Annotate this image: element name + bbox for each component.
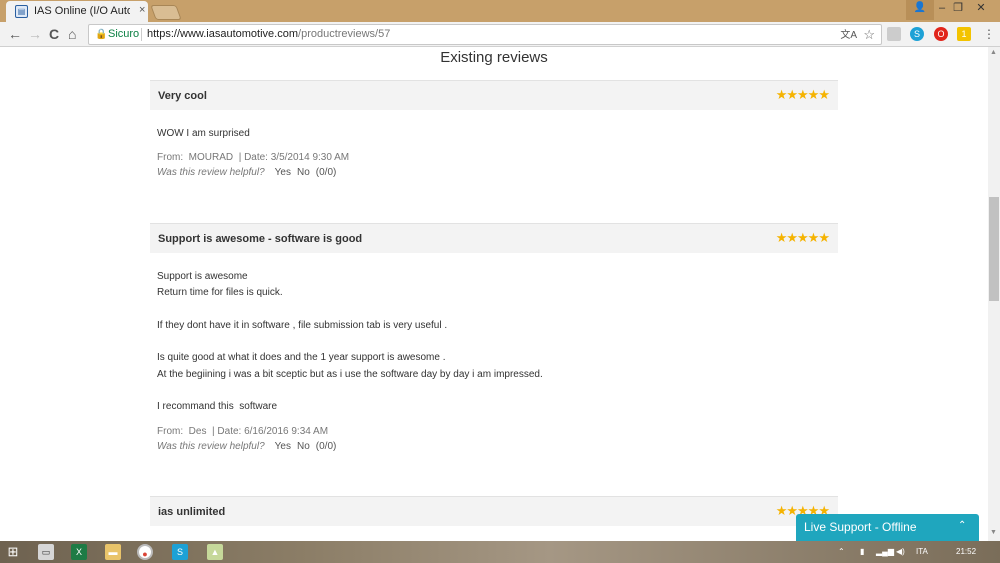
window-close-icon[interactable]: ✕ (966, 0, 996, 20)
review-text-line: Return time for files is quick. (157, 287, 283, 299)
excel-icon[interactable]: X (71, 544, 87, 560)
browser-tab[interactable]: ▤ IAS Online (I/O Automotive × (6, 1, 148, 22)
review-text-line (157, 302, 838, 318)
browser-toolbar: ← → C ⌂ 🔒 Sicuro https://www.iasautomoti… (0, 22, 1000, 47)
review-text-line: WOW I am surprised (157, 128, 250, 139)
address-divider (141, 28, 142, 41)
chrome-taskbar-icon[interactable]: ● (137, 544, 153, 560)
review-date: | Date: 3/5/2014 9:30 AM (238, 152, 350, 164)
new-tab-button[interactable] (150, 5, 182, 20)
page-scrollbar[interactable]: ▲ ▼ (988, 47, 1000, 541)
helpful-no-button[interactable]: No (297, 167, 310, 178)
scroll-down-icon[interactable]: ▼ (990, 529, 997, 536)
task-view-icon[interactable]: ▭ (38, 544, 54, 560)
review-title: ias unlimited (158, 506, 226, 518)
address-bar[interactable]: 🔒 Sicuro https://www.iasautomotive.com/p… (88, 24, 882, 45)
notification-extension-icon[interactable]: 1 (957, 27, 971, 41)
battery-icon[interactable]: ▮ (860, 547, 864, 556)
notification-chevron-icon[interactable]: ⌃ (838, 547, 845, 556)
opera-extension-icon[interactable]: O (934, 27, 948, 41)
helpful-line: Was this review helpful? Yes No (0/0) (157, 439, 838, 454)
helpful-label: Was this review helpful? (157, 440, 265, 452)
from-label: From: (157, 152, 184, 164)
review-date: | Date: 6/16/2016 9:34 AM (212, 425, 329, 437)
review-text-line: Is quite good at what it does and the 1 … (157, 352, 446, 364)
helpful-yes-button[interactable]: Yes (275, 441, 291, 452)
translate-icon[interactable]: 文A (840, 26, 857, 45)
live-support-label: Live Support - Offline (804, 520, 917, 534)
url-text: https://www.iasautomotive.com/productrev… (147, 25, 390, 44)
review-text-line: At the begiining i was a bit sceptic but… (157, 368, 543, 380)
url-host: https://www.iasautomotive.com (147, 28, 299, 40)
review-title: Support is awesome - software is good (158, 233, 363, 245)
url-path: /productreviews/57 (298, 28, 391, 40)
network-icon[interactable]: ▂▄▆ (876, 547, 894, 556)
review-text-line: If they dont have it in software , file … (157, 319, 448, 331)
review-body: Support is awesome Return time for files… (150, 253, 838, 416)
file-explorer-icon[interactable]: ▬ (105, 544, 121, 560)
back-arrow-icon[interactable]: ← (8, 26, 22, 42)
review-body: WOW I am surprised (150, 110, 838, 142)
bookmark-star-icon[interactable]: ☆ (863, 25, 875, 44)
photos-taskbar-icon[interactable]: ▲ (207, 544, 223, 560)
chevron-up-icon[interactable]: ⌃ (958, 520, 966, 531)
review-header: ias unlimited ★★★★★ (150, 496, 838, 526)
review-header: Very cool ★★★★★ (150, 80, 838, 110)
extension-puzzle-icon[interactable] (887, 27, 901, 41)
forward-arrow-icon[interactable]: → (28, 26, 42, 42)
review-header: Support is awesome - software is good ★★… (150, 223, 838, 253)
language-indicator[interactable]: ITA (916, 547, 928, 556)
live-support-widget[interactable]: Live Support - Offline ⌃ (796, 514, 979, 541)
clock-time[interactable]: 21:52 (956, 547, 976, 556)
review-card: ias unlimited ★★★★★ (150, 496, 838, 526)
review-meta: From: Des | Date: 6/16/2016 9:34 AM Was … (150, 416, 838, 454)
skype-taskbar-icon[interactable]: S (172, 544, 188, 560)
review-text-line: Support is awesome (157, 271, 248, 282)
review-title: Very cool (158, 90, 207, 102)
review-text-line: I recommand this software (157, 401, 278, 413)
review-author-line: From: MOURAD | Date: 3/5/2014 9:30 AM (157, 150, 838, 165)
volume-icon[interactable]: ◀) (896, 547, 905, 556)
scroll-up-icon[interactable]: ▲ (990, 49, 997, 56)
page-heading: Existing reviews (440, 49, 548, 66)
site-favicon-icon: ▤ (15, 5, 28, 18)
home-icon[interactable]: ⌂ (68, 26, 76, 42)
review-card: Support is awesome - software is good ★★… (150, 223, 838, 454)
windows-start-icon[interactable]: ⊞ (5, 544, 21, 560)
skype-extension-icon[interactable]: S (910, 27, 924, 41)
review-text-line (157, 383, 838, 399)
page-content: Existing reviews Very cool ★★★★★ WOW I a… (0, 47, 988, 541)
review-meta: From: MOURAD | Date: 3/5/2014 9:30 AM Wa… (150, 142, 838, 180)
review-text-line (157, 334, 838, 350)
lock-icon: 🔒 (95, 29, 108, 40)
from-label: From: (157, 425, 184, 437)
rating-stars-icon: ★★★★★ (775, 230, 830, 245)
scrollbar-thumb[interactable] (989, 197, 999, 301)
windows-taskbar: ⊞ ▭ X ▬ ● S ▲ ⌃ ▮ ▂▄▆ ◀) ITA 21:52 (0, 541, 1000, 563)
rating-stars-icon: ★★★★★ (775, 87, 830, 102)
tab-close-icon[interactable]: × (139, 4, 145, 16)
review-card: Very cool ★★★★★ WOW I am surprised From:… (150, 80, 838, 180)
helpful-yes-button[interactable]: Yes (275, 167, 291, 178)
tab-title: IAS Online (I/O Automotive (34, 5, 130, 17)
review-author: MOURAD (188, 152, 234, 164)
secure-label: Sicuro (108, 28, 140, 40)
helpful-no-button[interactable]: No (297, 441, 310, 452)
review-author: Des (188, 425, 207, 437)
reload-icon[interactable]: C (49, 26, 59, 42)
review-author-line: From: Des | Date: 6/16/2016 9:34 AM (157, 424, 838, 439)
helpful-label: Was this review helpful? (157, 167, 265, 179)
vote-count: (0/0) (315, 440, 337, 452)
browser-titlebar: ▤ IAS Online (I/O Automotive × 👤 – ❐ ✕ (0, 0, 1000, 22)
helpful-line: Was this review helpful? Yes No (0/0) (157, 165, 838, 180)
vote-count: (0/0) (315, 167, 337, 179)
chrome-menu-icon[interactable]: ⋮ (982, 27, 996, 41)
